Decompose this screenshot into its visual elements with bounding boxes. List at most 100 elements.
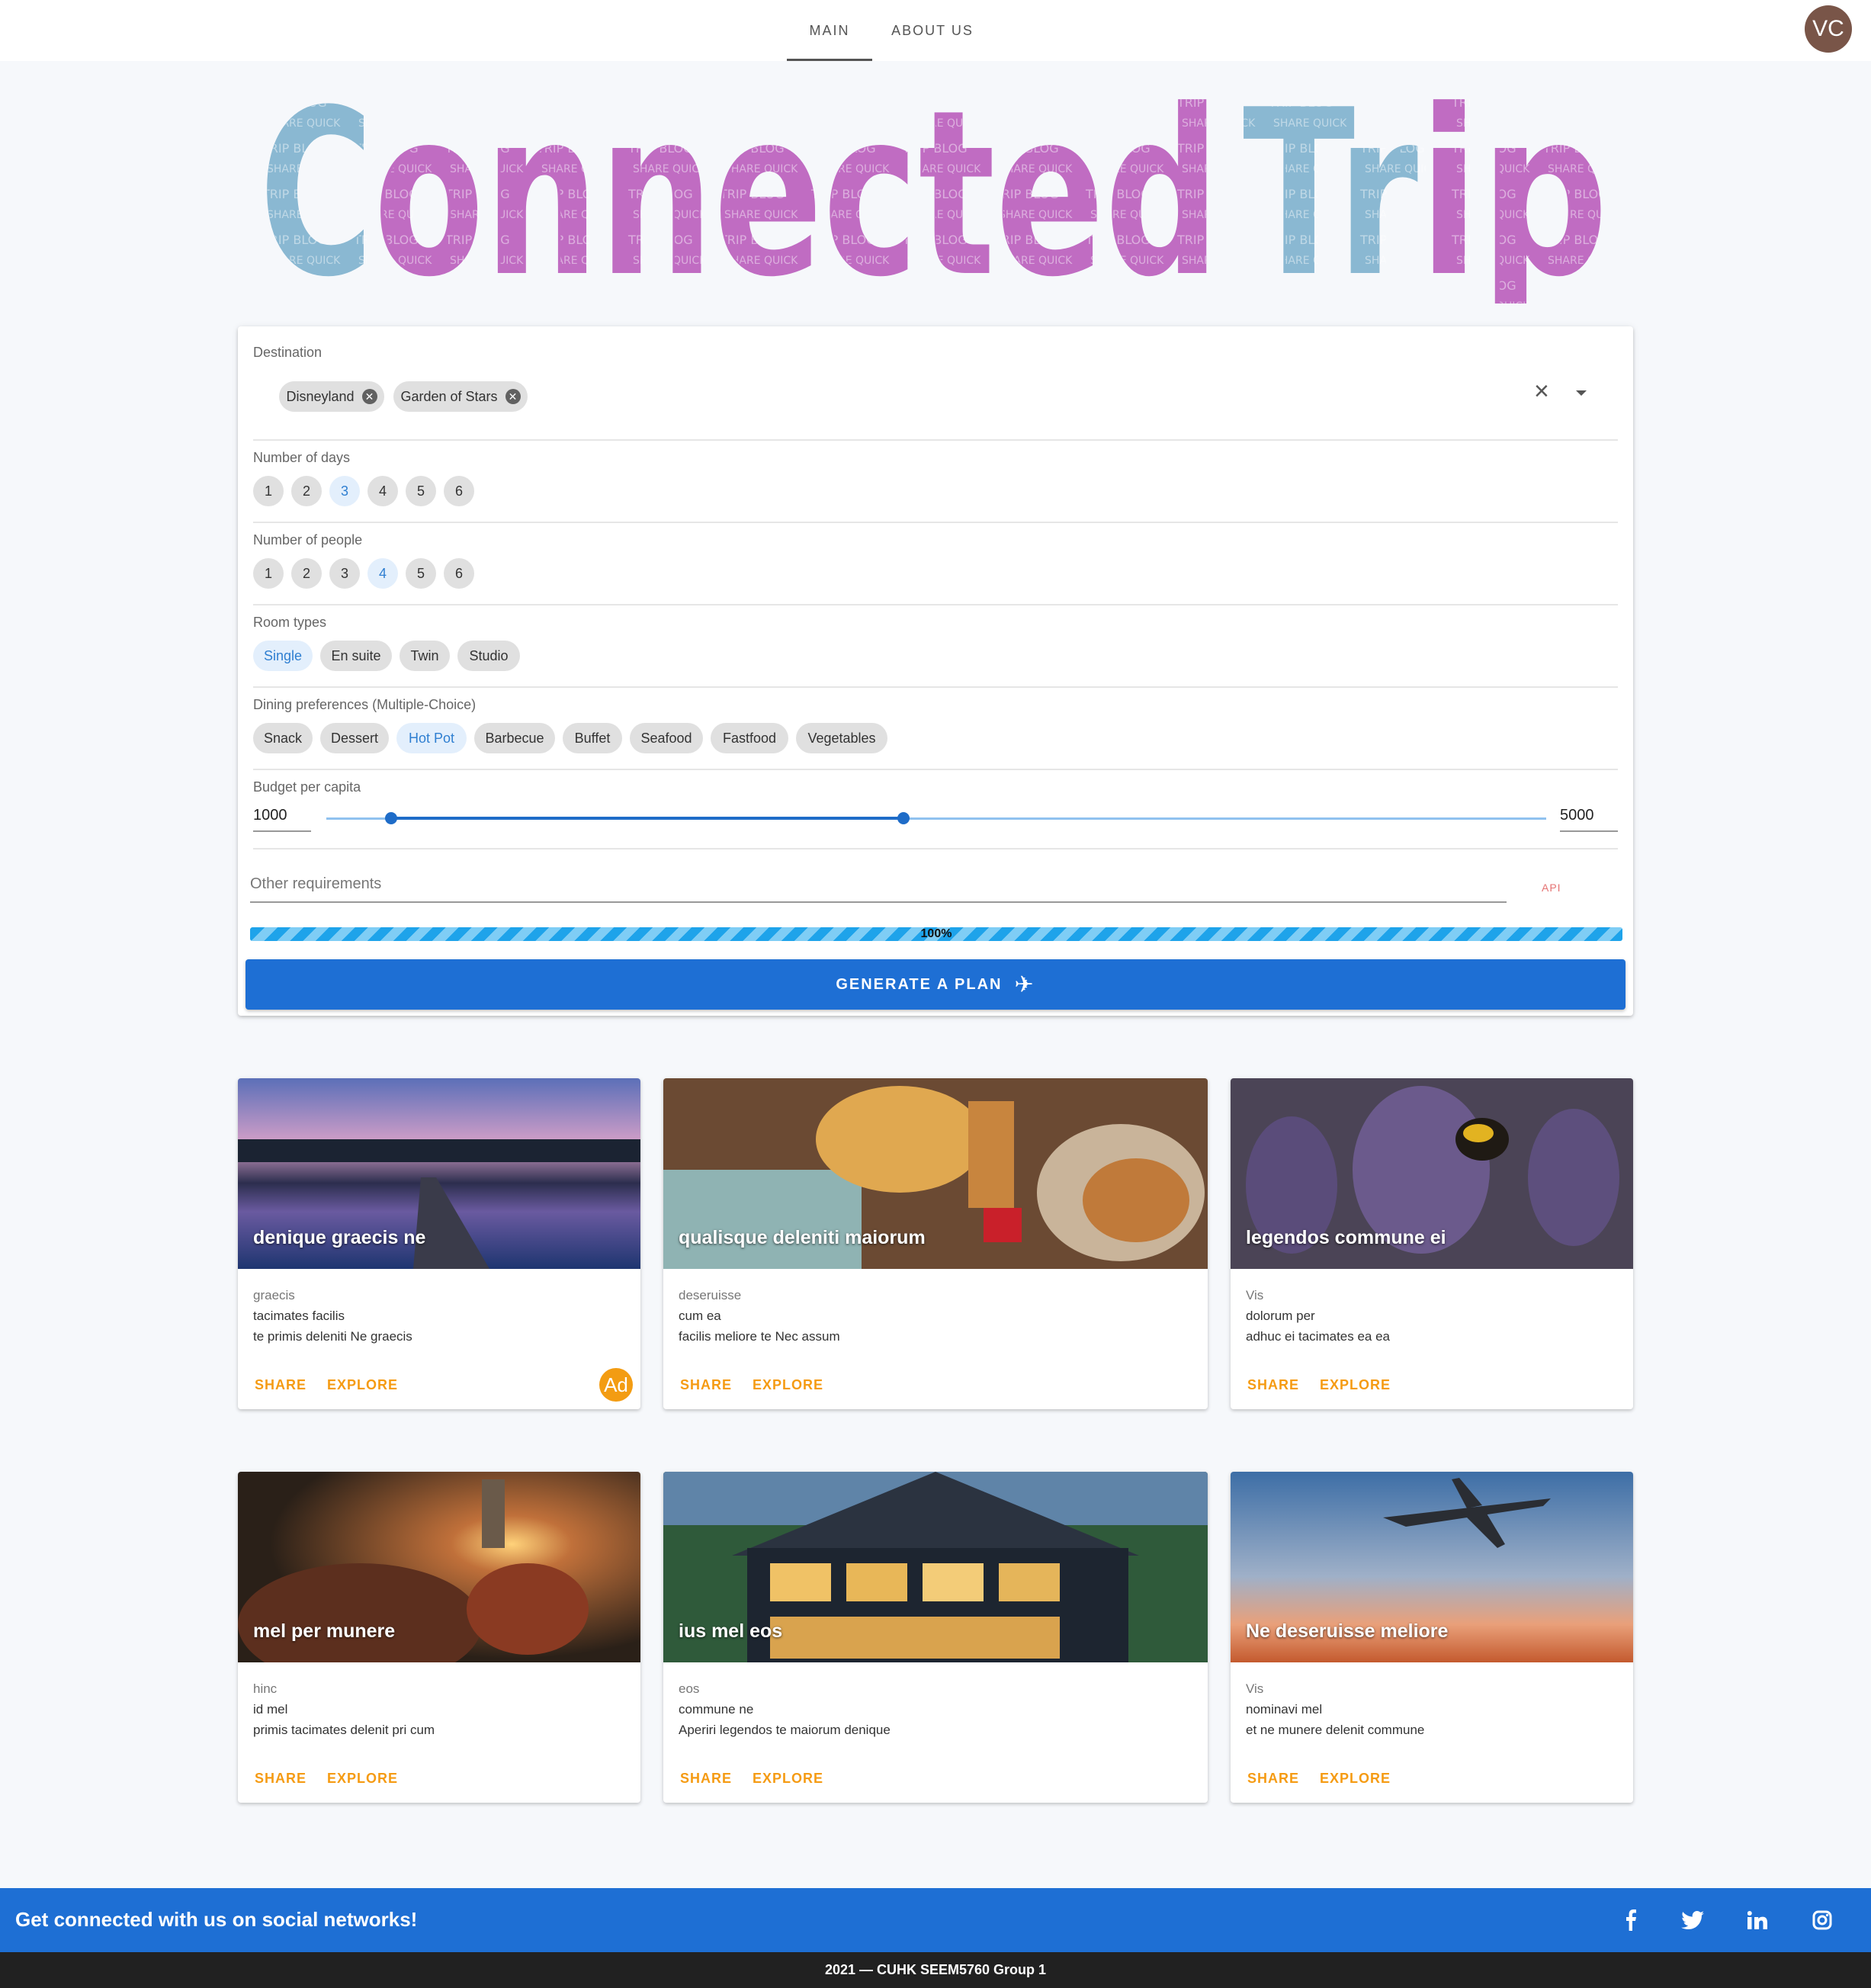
api-button[interactable]: API	[1542, 882, 1561, 894]
explore-button[interactable]: EXPLORE	[327, 1771, 398, 1787]
budget-min-input[interactable]: 1000	[253, 807, 311, 832]
card-subtitle: eos	[679, 1681, 700, 1696]
budget-max-input[interactable]: 5000	[1560, 807, 1618, 832]
ad-badge: Ad	[599, 1368, 633, 1402]
card: Ne deseruisse meliore Vis nominavi mel e…	[1231, 1472, 1633, 1803]
generate-plan-button[interactable]: Generate a plan ✈	[246, 959, 1625, 1010]
dining-option-selected[interactable]: Hot Pot	[396, 723, 467, 753]
card-title: mel per munere	[253, 1620, 396, 1642]
card-title: qualisque deleniti maiorum	[679, 1227, 926, 1248]
tab-about-us[interactable]: ABOUT US	[884, 0, 980, 61]
card-subtitle: deseruisse	[679, 1288, 742, 1302]
days-option[interactable]: 4	[367, 476, 398, 506]
people-option[interactable]: 5	[406, 558, 436, 589]
card-subtitle: hinc	[253, 1681, 278, 1696]
card-title: denique graecis ne	[253, 1227, 426, 1248]
people-option[interactable]: 6	[444, 558, 474, 589]
budget-section: Budget per capita 1000 5000	[253, 769, 1618, 849]
card-text: te primis deleniti Ne graecis	[253, 1329, 412, 1344]
days-option[interactable]: 5	[406, 476, 436, 506]
people-label: Number of people	[253, 532, 363, 548]
airplane-icon: ✈	[1014, 972, 1035, 997]
dining-option[interactable]: Snack	[253, 723, 313, 753]
people-option[interactable]: 1	[253, 558, 284, 589]
budget-label: Budget per capita	[253, 779, 361, 795]
card: legendos commune ei Vis dolorum per adhu…	[1231, 1078, 1633, 1409]
room-option-selected[interactable]: Single	[253, 641, 313, 671]
card-text: facilis meliore te Nec assum	[679, 1329, 840, 1344]
explore-button[interactable]: EXPLORE	[1320, 1771, 1391, 1787]
explore-button[interactable]: EXPLORE	[753, 1377, 823, 1393]
site-logo: TRIP BLOG SHARE QUICK C onnected Tr ip C…	[259, 90, 1609, 303]
dining-label: Dining preferences (Multiple-Choice)	[253, 697, 477, 712]
chevron-down-icon[interactable]	[1576, 390, 1587, 396]
people-option[interactable]: 3	[329, 558, 360, 589]
clear-icon[interactable]: ×	[1534, 377, 1549, 406]
share-button[interactable]: SHARE	[255, 1771, 306, 1787]
room-option[interactable]: En suite	[320, 641, 392, 671]
card-text: id mel	[253, 1702, 288, 1717]
dining-option[interactable]: Fastfood	[711, 723, 788, 753]
card-text: et ne munere delenit commune	[1246, 1723, 1425, 1737]
facebook-icon[interactable]	[1615, 1905, 1645, 1935]
linkedin-icon[interactable]	[1742, 1905, 1773, 1935]
twitter-icon[interactable]	[1677, 1905, 1708, 1935]
progress-label: 100%	[920, 927, 952, 940]
other-requirements-input[interactable]: Other requirements	[250, 875, 1507, 903]
svg-text:Trip: Trip	[1243, 90, 1609, 303]
room-option[interactable]: Studio	[457, 641, 520, 671]
room-types-label: Room types	[253, 615, 327, 630]
room-option[interactable]: Twin	[400, 641, 450, 671]
card-title: ius mel eos	[679, 1620, 783, 1642]
destination-section: Destination Disneyland ✕ Garden of Stars…	[253, 326, 1618, 441]
days-label: Number of days	[253, 450, 351, 465]
dining-option[interactable]: Vegetables	[796, 723, 887, 753]
room-types-section: Room types Single En suite Twin Studio	[253, 604, 1618, 688]
top-app-bar: MAIN ABOUT US VC	[0, 0, 1871, 61]
plan-form: Destination Disneyland ✕ Garden of Stars…	[238, 326, 1633, 1016]
share-button[interactable]: SHARE	[255, 1377, 306, 1393]
budget-slider-range	[390, 817, 903, 820]
copyright-text: 2021 — CUHK SEEM5760 Group 1	[824, 1962, 1047, 1977]
card-text: cum ea	[679, 1309, 721, 1323]
tab-main[interactable]: MAIN	[787, 0, 872, 61]
chip-remove-icon[interactable]: ✕	[361, 389, 377, 404]
people-option[interactable]: 2	[291, 558, 322, 589]
card-text: commune ne	[679, 1702, 754, 1717]
progress-bar: 100%	[250, 927, 1622, 941]
share-button[interactable]: SHARE	[680, 1377, 732, 1393]
card: qualisque deleniti maiorum deseruisse cu…	[663, 1078, 1208, 1409]
card-subtitle: Vis	[1246, 1681, 1264, 1696]
days-option[interactable]: 2	[291, 476, 322, 506]
destination-label: Destination	[253, 345, 323, 360]
instagram-icon[interactable]	[1807, 1905, 1837, 1935]
share-button[interactable]: SHARE	[680, 1771, 732, 1787]
card: mel per munere hinc id mel primis tacima…	[238, 1472, 640, 1803]
budget-slider-low-thumb[interactable]	[384, 812, 397, 824]
share-button[interactable]: SHARE	[1247, 1377, 1299, 1393]
days-option[interactable]: 1	[253, 476, 284, 506]
budget-slider-high-thumb[interactable]	[897, 812, 910, 824]
people-option-selected[interactable]: 4	[367, 558, 398, 589]
card-text: tacimates facilis	[253, 1309, 345, 1323]
card-title: Ne deseruisse meliore	[1246, 1620, 1449, 1642]
social-text: Get connected with us on social networks…	[15, 1908, 418, 1931]
dining-option[interactable]: Barbecue	[474, 723, 555, 753]
dining-option[interactable]: Dessert	[320, 723, 389, 753]
days-option[interactable]: 6	[444, 476, 474, 506]
dining-option[interactable]: Seafood	[630, 723, 703, 753]
card-title: legendos commune ei	[1246, 1227, 1446, 1248]
card-text: Aperiri legendos te maiorum denique	[679, 1723, 891, 1737]
destination-chip-garden-of-stars[interactable]: Garden of Stars ✕	[393, 381, 528, 412]
explore-button[interactable]: EXPLORE	[753, 1771, 823, 1787]
social-bar: Get connected with us on social networks…	[0, 1888, 1871, 1952]
days-option-selected[interactable]: 3	[329, 476, 360, 506]
people-section: Number of people 1 2 3 4 5 6	[253, 522, 1618, 605]
share-button[interactable]: SHARE	[1247, 1771, 1299, 1787]
explore-button[interactable]: EXPLORE	[327, 1377, 398, 1393]
explore-button[interactable]: EXPLORE	[1320, 1377, 1391, 1393]
chip-remove-icon[interactable]: ✕	[505, 389, 521, 404]
destination-chip-disneyland[interactable]: Disneyland ✕	[279, 381, 384, 412]
avatar[interactable]: VC	[1805, 5, 1852, 53]
dining-option[interactable]: Buffet	[563, 723, 622, 753]
